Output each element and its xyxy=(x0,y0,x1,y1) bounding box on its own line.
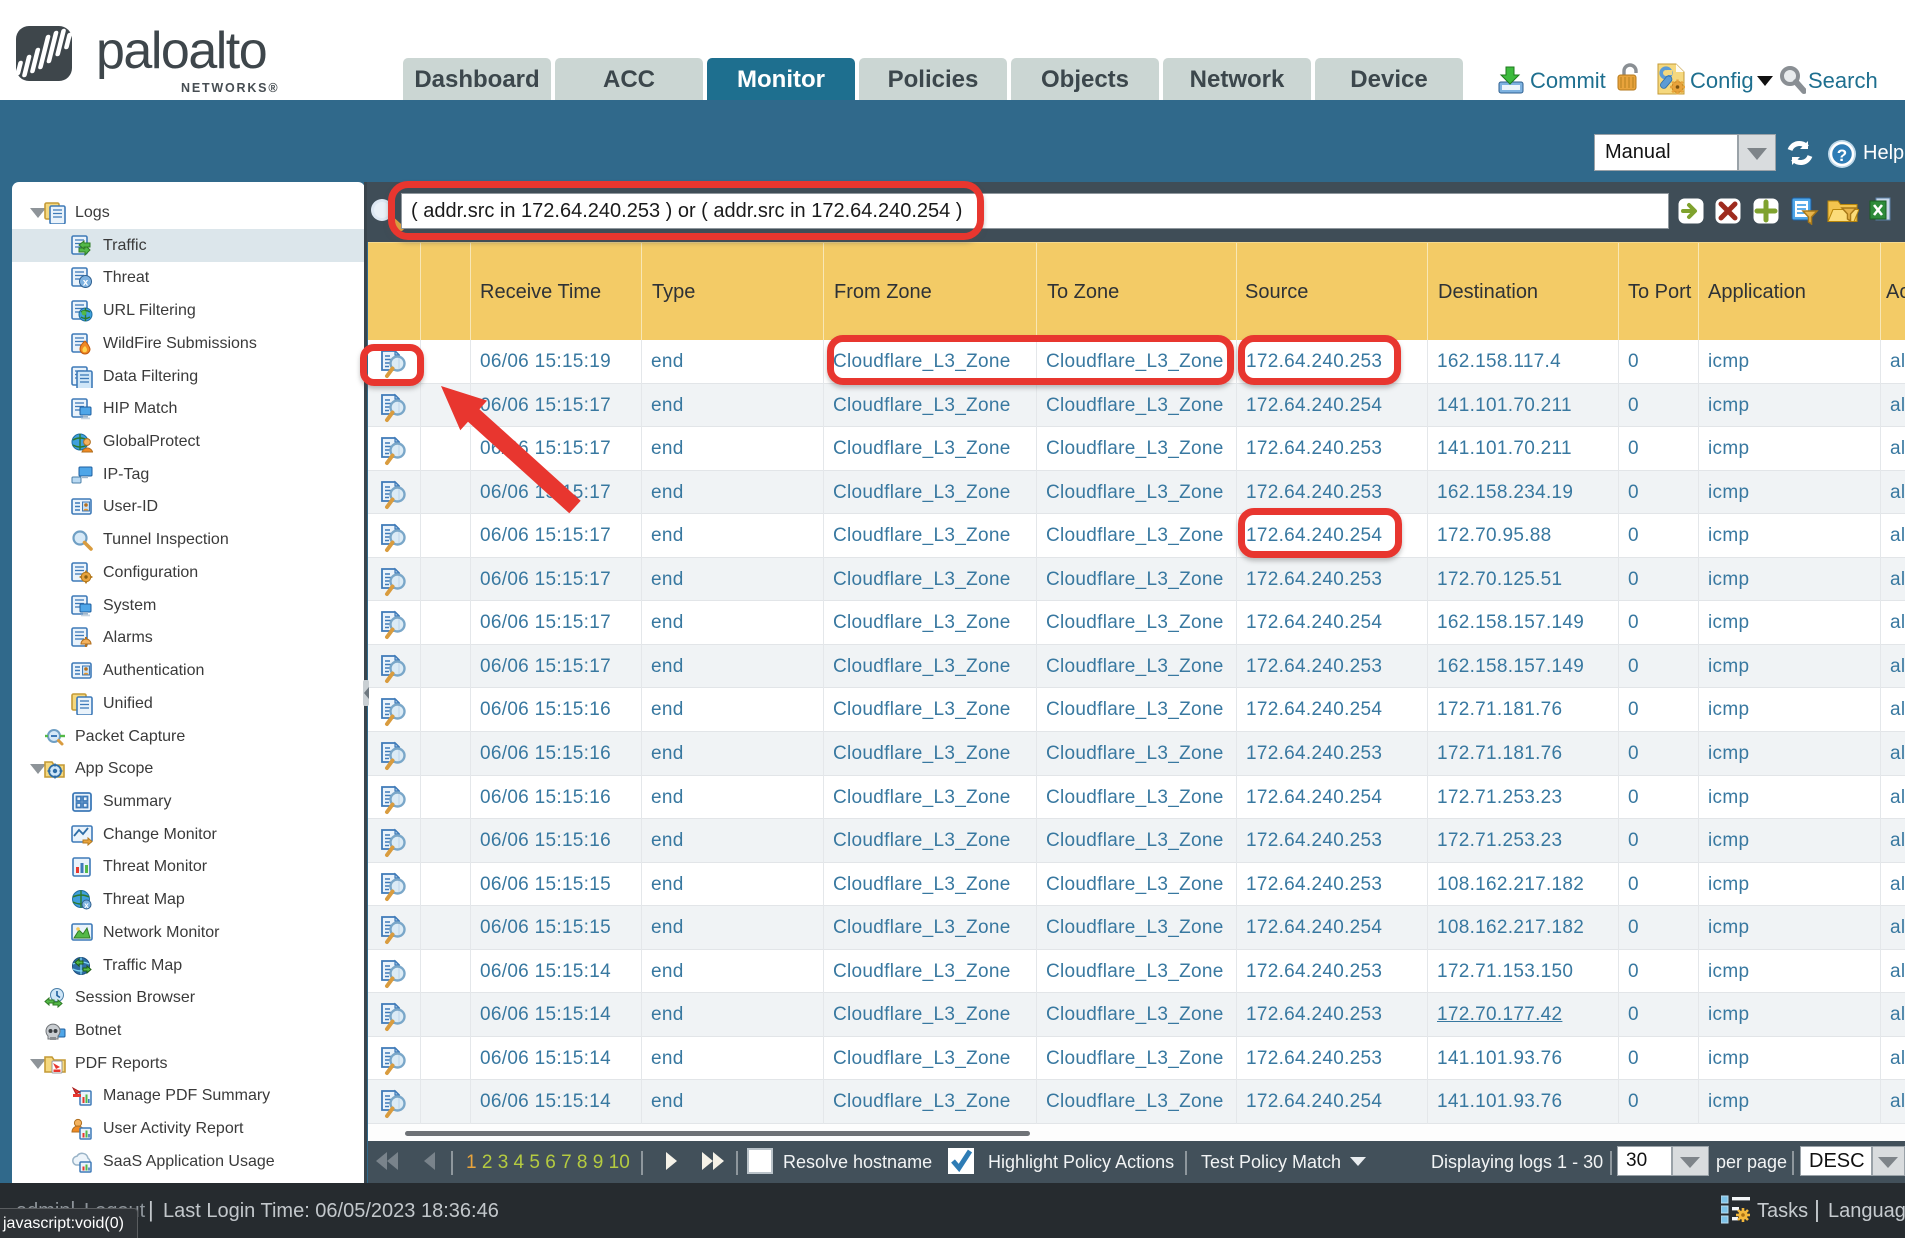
svg-text:?: ? xyxy=(1837,146,1847,165)
svg-text:x: x xyxy=(83,278,89,289)
svg-text:NETWORKS®: NETWORKS® xyxy=(181,81,279,95)
svg-text:paloalto: paloalto xyxy=(96,22,266,80)
svg-text:x: x xyxy=(84,901,89,910)
